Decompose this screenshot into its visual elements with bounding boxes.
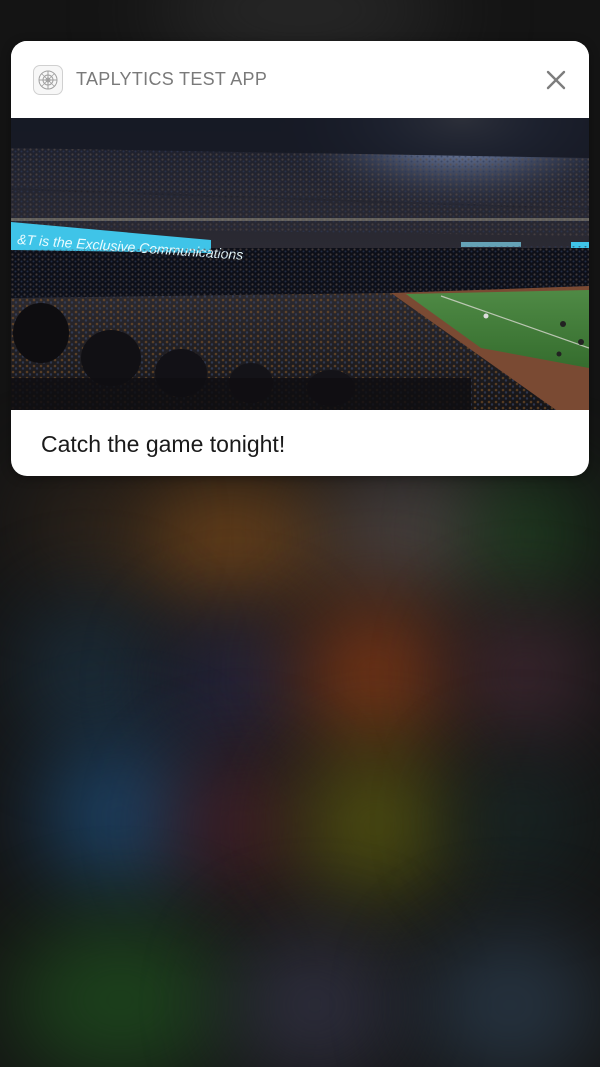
close-button[interactable] bbox=[539, 63, 573, 97]
app-name: TAPLYTICS TEST APP bbox=[76, 69, 268, 89]
close-icon[interactable] bbox=[545, 69, 567, 91]
baseball-stadium-photo: &T is the Exclusive Communications bbox=[11, 118, 589, 410]
rich-notification-card[interactable]: TAPLYTICS TEST APP &T is the Exclusive C… bbox=[11, 41, 589, 476]
app-grid-icon bbox=[33, 65, 63, 95]
notification-header: TAPLYTICS TEST APP bbox=[11, 41, 589, 118]
notification-message: Catch the game tonight! bbox=[41, 431, 286, 457]
